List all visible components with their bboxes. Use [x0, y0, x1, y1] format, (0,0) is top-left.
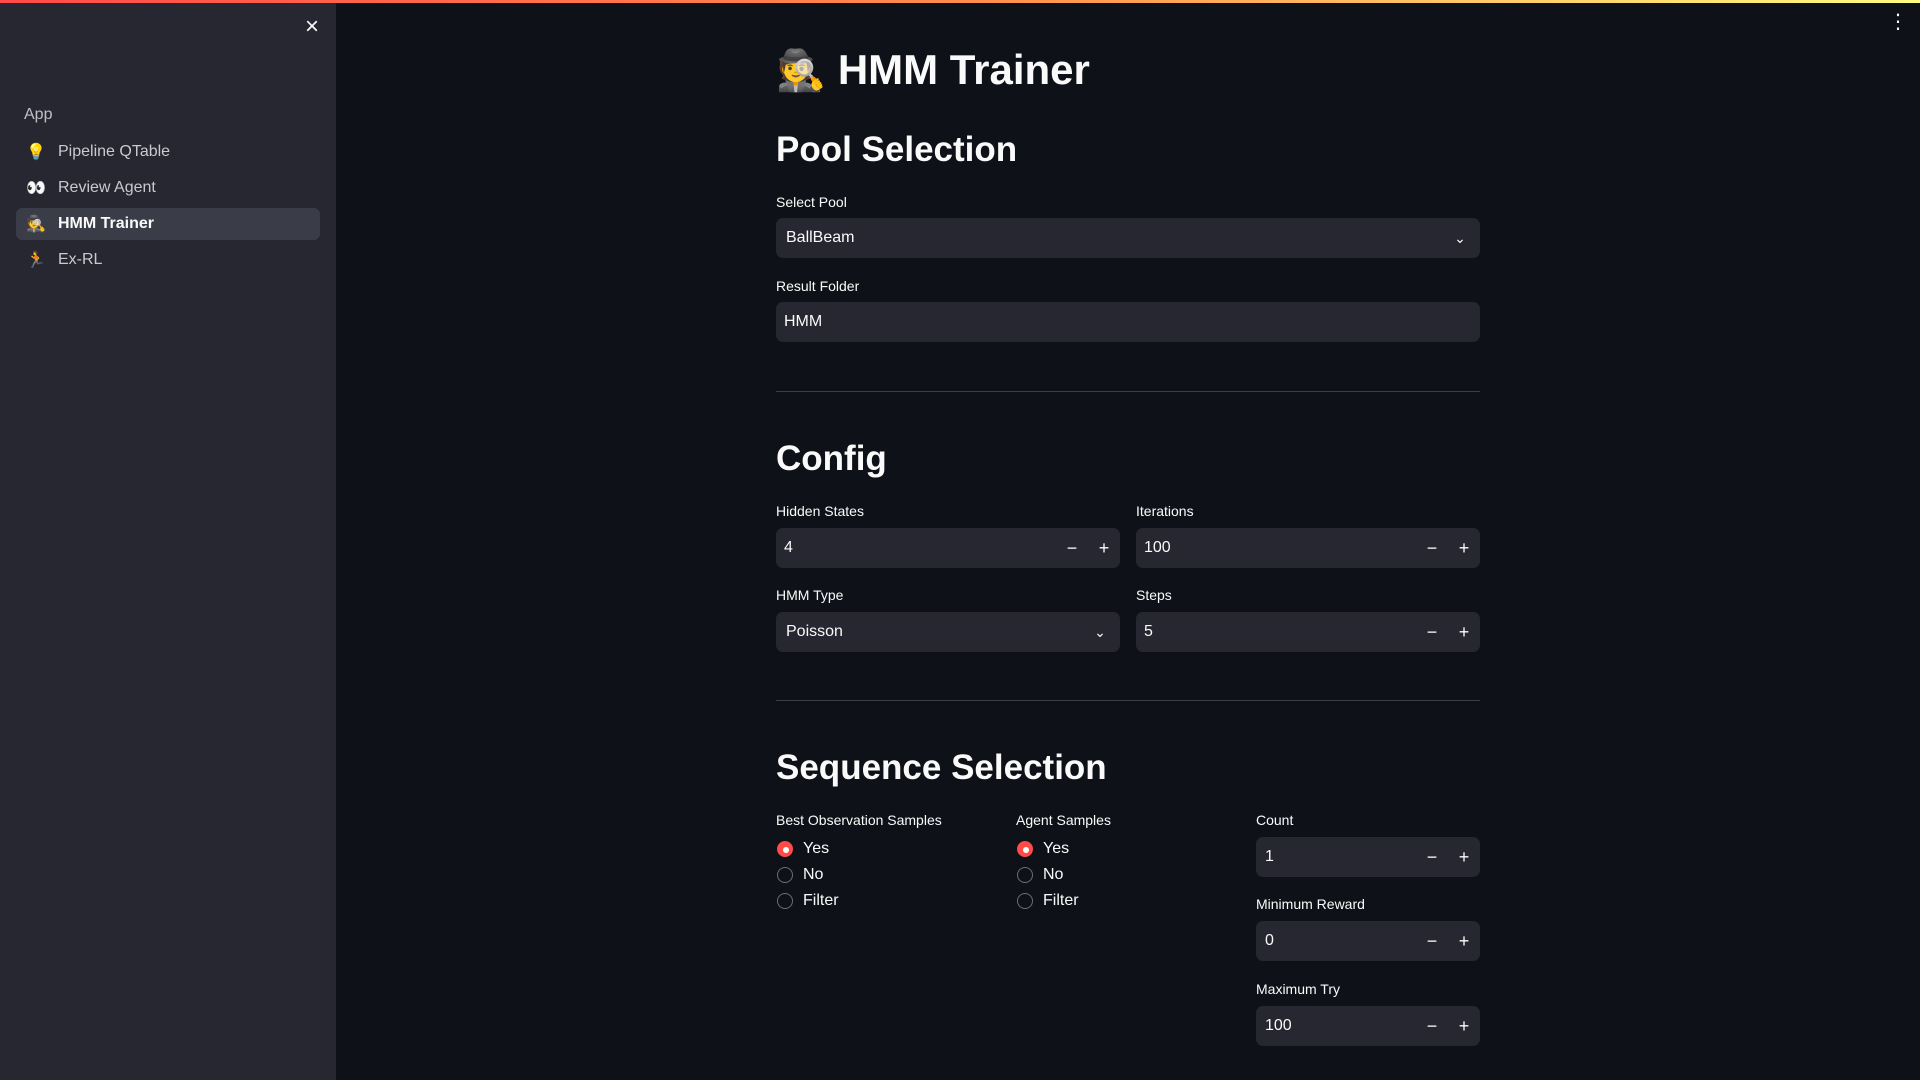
decrement-button[interactable]: − — [1416, 612, 1448, 652]
minimum-reward-stepper[interactable]: 0 − + — [1256, 921, 1480, 961]
maximum-try-value: 100 — [1265, 1017, 1292, 1034]
maximum-try-label: Maximum Try — [1256, 981, 1340, 997]
iterations-stepper[interactable]: 100 − + — [1136, 528, 1480, 568]
close-icon[interactable]: × — [299, 14, 325, 40]
radio-option-filter[interactable]: Filter — [776, 888, 839, 914]
increment-button[interactable]: + — [1088, 528, 1120, 568]
radio-option-label: Yes — [1043, 840, 1070, 857]
radio-checked-icon[interactable] — [777, 841, 793, 857]
increment-button[interactable]: + — [1448, 921, 1480, 961]
minimum-reward-value: 0 — [1265, 932, 1274, 949]
sidebar-nav: 💡 Pipeline QTable 👀 Review Agent 🕵️ HMM … — [16, 136, 320, 280]
decrement-button[interactable]: − — [1056, 528, 1088, 568]
radio-option-yes[interactable]: Yes — [1016, 836, 1079, 862]
hidden-states-stepper[interactable]: 4 − + — [776, 528, 1120, 568]
result-folder-input[interactable]: HMM — [776, 302, 1480, 342]
sidebar-item-hmm-trainer[interactable]: 🕵️ HMM Trainer — [16, 208, 320, 240]
running-person-icon: 🏃 — [26, 252, 46, 269]
radio-unchecked-icon[interactable] — [777, 893, 793, 909]
hmm-type-label: HMM Type — [776, 587, 844, 603]
select-pool-value: BallBeam — [786, 229, 855, 246]
sidebar-item-label: HMM Trainer — [58, 215, 155, 232]
iterations-label: Iterations — [1136, 503, 1194, 519]
hidden-states-value: 4 — [784, 539, 793, 556]
chevron-down-icon[interactable]: ⌄ — [1080, 624, 1120, 641]
sidebar-item-label: Review Agent — [58, 179, 156, 196]
increment-button[interactable]: + — [1448, 837, 1480, 877]
increment-button[interactable]: + — [1448, 612, 1480, 652]
pool-selection-heading: Pool Selection — [776, 130, 1018, 169]
sequence-selection-heading: Sequence Selection — [776, 748, 1107, 787]
radio-unchecked-icon[interactable] — [1017, 867, 1033, 883]
minimum-reward-label: Minimum Reward — [1256, 896, 1365, 912]
radio-option-label: Filter — [803, 892, 839, 909]
sidebar-header: App — [24, 106, 53, 123]
radio-checked-icon[interactable] — [1017, 841, 1033, 857]
count-label: Count — [1256, 812, 1294, 828]
radio-option-no[interactable]: No — [776, 862, 839, 888]
detective-icon: 🕵️ — [26, 216, 46, 233]
sidebar: × App 💡 Pipeline QTable 👀 Review Agent 🕵… — [0, 0, 336, 1080]
result-folder-label: Result Folder — [776, 278, 860, 294]
page-title-text: HMM Trainer — [837, 46, 1090, 93]
radio-option-yes[interactable]: Yes — [776, 836, 839, 862]
best-observation-samples-radio-group: Yes No Filter — [776, 836, 839, 914]
radio-option-label: Filter — [1043, 892, 1079, 909]
sidebar-item-ex-rl[interactable]: 🏃 Ex-RL — [16, 244, 320, 276]
increment-button[interactable]: + — [1448, 1006, 1480, 1046]
hmm-type-value: Poisson — [786, 623, 843, 640]
decrement-button[interactable]: − — [1416, 837, 1448, 877]
steps-label: Steps — [1136, 587, 1172, 603]
chevron-down-icon[interactable]: ⌄ — [1440, 230, 1480, 247]
light-bulb-icon: 💡 — [26, 144, 46, 161]
config-heading: Config — [776, 439, 887, 478]
sidebar-item-label: Pipeline QTable — [58, 143, 171, 160]
select-pool-label: Select Pool — [776, 194, 847, 210]
best-observation-samples-label: Best Observation Samples — [776, 812, 942, 828]
result-folder-value: HMM — [784, 313, 823, 330]
radio-option-filter[interactable]: Filter — [1016, 888, 1079, 914]
sidebar-item-review-agent[interactable]: 👀 Review Agent — [16, 172, 320, 204]
page-title: 🕵️ HMM Trainer — [776, 46, 1090, 94]
sidebar-item-label: Ex-RL — [58, 251, 103, 268]
detective-icon: 🕵️ — [776, 48, 826, 93]
radio-option-label: No — [803, 866, 824, 883]
decrement-button[interactable]: − — [1416, 921, 1448, 961]
top-decoration-bar — [0, 0, 1920, 3]
eyes-icon: 👀 — [26, 180, 46, 197]
sidebar-item-pipeline-qtable[interactable]: 💡 Pipeline QTable — [16, 136, 320, 168]
radio-option-no[interactable]: No — [1016, 862, 1079, 888]
decrement-button[interactable]: − — [1416, 528, 1448, 568]
divider — [776, 700, 1480, 701]
increment-button[interactable]: + — [1448, 528, 1480, 568]
hmm-type-dropdown[interactable]: Poisson ⌄ — [776, 612, 1120, 652]
divider — [776, 391, 1480, 392]
radio-option-label: No — [1043, 866, 1064, 883]
radio-option-label: Yes — [803, 840, 830, 857]
count-value: 1 — [1265, 848, 1274, 865]
steps-value: 5 — [1144, 623, 1153, 640]
count-stepper[interactable]: 1 − + — [1256, 837, 1480, 877]
hidden-states-label: Hidden States — [776, 503, 864, 519]
agent-samples-label: Agent Samples — [1016, 812, 1111, 828]
decrement-button[interactable]: − — [1416, 1006, 1448, 1046]
kebab-menu-icon[interactable]: ⋮ — [1888, 12, 1908, 34]
radio-unchecked-icon[interactable] — [777, 867, 793, 883]
steps-stepper[interactable]: 5 − + — [1136, 612, 1480, 652]
agent-samples-radio-group: Yes No Filter — [1016, 836, 1079, 914]
radio-unchecked-icon[interactable] — [1017, 893, 1033, 909]
iterations-value: 100 — [1144, 539, 1171, 556]
maximum-try-stepper[interactable]: 100 − + — [1256, 1006, 1480, 1046]
select-pool-dropdown[interactable]: BallBeam ⌄ — [776, 218, 1480, 258]
